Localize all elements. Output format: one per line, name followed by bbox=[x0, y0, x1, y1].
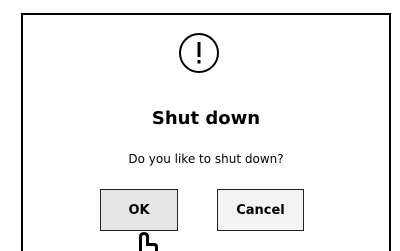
exclamation-icon bbox=[179, 33, 219, 73]
dialog-title: Shut down bbox=[151, 108, 261, 129]
dialog-message: Do you like to shut down? bbox=[128, 152, 284, 166]
shutdown-dialog: Shut down Do you like to shut down? OK C… bbox=[21, 13, 391, 251]
cancel-button[interactable]: Cancel bbox=[217, 189, 304, 231]
ok-button-label: OK bbox=[128, 202, 150, 218]
ok-button[interactable]: OK bbox=[100, 189, 178, 231]
cancel-button-label: Cancel bbox=[236, 202, 285, 218]
